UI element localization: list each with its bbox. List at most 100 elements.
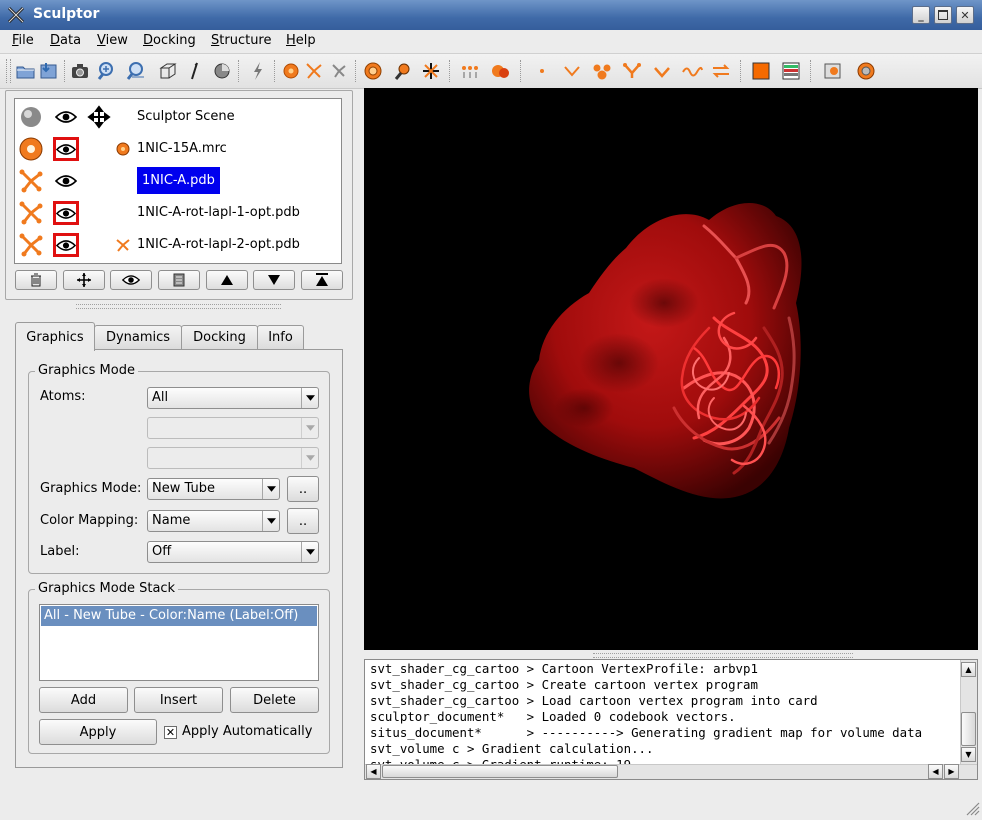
color-mapping-select[interactable]: Name bbox=[147, 510, 280, 532]
toolbar-separator bbox=[238, 60, 241, 82]
maximize-button[interactable] bbox=[934, 6, 952, 24]
tab-dynamics[interactable]: Dynamics bbox=[94, 325, 182, 349]
chevron-icon[interactable] bbox=[561, 60, 583, 82]
list-item[interactable]: All - New Tube - Color:Name (Label:Off) bbox=[41, 606, 317, 626]
chevron-down-icon bbox=[301, 388, 318, 408]
graphics-mode-stack-list[interactable]: All - New Tube - Color:Name (Label:Off) bbox=[39, 604, 319, 681]
insert-button[interactable]: Insert bbox=[134, 687, 223, 713]
move-icon[interactable] bbox=[420, 60, 442, 82]
tab-graphics[interactable]: Graphics bbox=[15, 322, 95, 351]
box-icon[interactable] bbox=[157, 60, 179, 82]
arrow-top-icon bbox=[316, 273, 328, 286]
search-icon[interactable] bbox=[392, 60, 414, 82]
scene-row-structure[interactable]: 1NIC-A-rot-lapl-1-opt.pdb bbox=[15, 197, 341, 229]
add-button[interactable]: Add bbox=[39, 687, 128, 713]
log-console[interactable]: svt_shader_cg_cartoo > Cartoon VertexPro… bbox=[364, 659, 978, 780]
menu-help[interactable]: Help bbox=[286, 33, 316, 48]
resize-grip-icon[interactable] bbox=[964, 800, 980, 816]
map-icon[interactable] bbox=[362, 60, 384, 82]
tab-docking[interactable]: Docking bbox=[181, 325, 258, 349]
eye-icon[interactable] bbox=[53, 137, 79, 161]
scroll-down-button[interactable]: ▼ bbox=[961, 747, 976, 762]
splitter-handle[interactable] bbox=[76, 304, 281, 309]
scene-row-structure[interactable]: 1NIC-A-rot-lapl-2-opt.pdb bbox=[15, 229, 341, 261]
move-down-button[interactable] bbox=[253, 270, 295, 290]
label-select-value: Off bbox=[152, 544, 172, 559]
dodecahedron-icon[interactable] bbox=[855, 60, 877, 82]
atoms-select[interactable]: All bbox=[147, 387, 319, 409]
color-square-icon[interactable] bbox=[750, 60, 772, 82]
delete-stack-button[interactable]: Delete bbox=[230, 687, 319, 713]
menu-file[interactable]: File bbox=[12, 33, 34, 48]
scene-row-structure[interactable]: 1NIC-A.pdb bbox=[15, 165, 341, 197]
swap-icon[interactable] bbox=[710, 60, 732, 82]
spheres-icon[interactable] bbox=[591, 60, 613, 82]
tertiary-select[interactable] bbox=[147, 447, 319, 469]
surface-shading bbox=[579, 333, 659, 393]
label-select[interactable]: Off bbox=[147, 541, 319, 563]
3d-viewport[interactable] bbox=[364, 88, 978, 650]
secondary-select[interactable] bbox=[147, 417, 319, 439]
arrow-right-icon: ▶ bbox=[948, 767, 955, 776]
minimize-button[interactable]: _ bbox=[912, 6, 930, 24]
save-icon[interactable] bbox=[38, 60, 60, 82]
zoom-in-icon[interactable] bbox=[95, 60, 117, 82]
pie-icon[interactable] bbox=[211, 60, 233, 82]
scroll-up-button[interactable]: ▲ bbox=[961, 662, 976, 677]
title-bar[interactable]: Sculptor _ ✕ bbox=[0, 0, 982, 31]
scroll-left-button[interactable]: ◀ bbox=[928, 764, 943, 779]
dot-icon[interactable] bbox=[531, 60, 553, 82]
render-icon[interactable] bbox=[822, 60, 844, 82]
eye-icon[interactable] bbox=[53, 105, 79, 129]
graphics-mode-options-button[interactable]: .. bbox=[287, 476, 319, 502]
atoms-icon[interactable] bbox=[459, 60, 481, 82]
wave-icon[interactable] bbox=[681, 60, 703, 82]
scene-row-scene[interactable]: Sculptor Scene bbox=[15, 101, 341, 133]
scene-row-volume[interactable]: 1NIC-15A.mrc bbox=[15, 133, 341, 165]
move-top-button[interactable] bbox=[301, 270, 343, 290]
scene-item-label: 1NIC-A-rot-lapl-1-opt.pdb bbox=[137, 205, 300, 220]
apply-button[interactable]: Apply bbox=[39, 719, 157, 745]
chevron-down-icon bbox=[301, 448, 318, 468]
lightning-icon[interactable] bbox=[247, 60, 269, 82]
move-up-button[interactable] bbox=[206, 270, 248, 290]
toolbar-handle[interactable] bbox=[6, 59, 11, 83]
eye-icon[interactable] bbox=[53, 201, 79, 225]
molecule-icon[interactable] bbox=[303, 60, 325, 82]
menu-view[interactable]: View bbox=[97, 33, 128, 48]
window-title: Sculptor bbox=[33, 6, 100, 22]
splitter-handle[interactable] bbox=[593, 653, 853, 658]
eye-icon[interactable] bbox=[53, 233, 79, 257]
check-icon[interactable] bbox=[651, 60, 673, 82]
screenshot-icon[interactable] bbox=[69, 60, 91, 82]
tab-info[interactable]: Info bbox=[257, 325, 304, 349]
menu-docking[interactable]: Docking bbox=[143, 33, 196, 48]
clip-icon[interactable] bbox=[184, 60, 206, 82]
toolbar-separator bbox=[740, 60, 743, 82]
horizontal-scroll-thumb[interactable] bbox=[382, 765, 618, 778]
blob-icon[interactable] bbox=[489, 60, 511, 82]
menu-data[interactable]: Data bbox=[50, 33, 81, 48]
visibility-button[interactable] bbox=[110, 270, 152, 290]
menu-structure[interactable]: Structure bbox=[211, 33, 272, 48]
volume-icon[interactable] bbox=[280, 60, 302, 82]
scroll-left-button[interactable]: ◀ bbox=[366, 764, 381, 779]
properties-button[interactable] bbox=[158, 270, 200, 290]
delete-button[interactable] bbox=[15, 270, 57, 290]
molecule-small-icon[interactable] bbox=[328, 60, 350, 82]
move-button[interactable] bbox=[63, 270, 105, 290]
zoom-fit-icon[interactable] bbox=[124, 60, 146, 82]
open-icon[interactable] bbox=[15, 60, 37, 82]
eye-icon[interactable] bbox=[53, 169, 79, 193]
color-bars-icon[interactable] bbox=[780, 60, 802, 82]
branch-icon[interactable] bbox=[621, 60, 643, 82]
apply-automatically-checkbox[interactable]: ✕ bbox=[164, 726, 177, 739]
color-mapping-options-button[interactable]: .. bbox=[287, 508, 319, 534]
graphics-mode-select[interactable]: New Tube bbox=[147, 478, 280, 500]
move-icon[interactable] bbox=[87, 105, 111, 129]
scene-list[interactable]: Sculptor Scene 1NIC-15A.mrc 1NIC-A.pdb 1… bbox=[14, 98, 342, 264]
vertical-scroll-thumb[interactable] bbox=[961, 712, 976, 746]
scroll-right-button[interactable]: ▶ bbox=[944, 764, 959, 779]
close-button[interactable]: ✕ bbox=[956, 6, 974, 24]
arrow-down-icon: ▼ bbox=[965, 750, 972, 759]
